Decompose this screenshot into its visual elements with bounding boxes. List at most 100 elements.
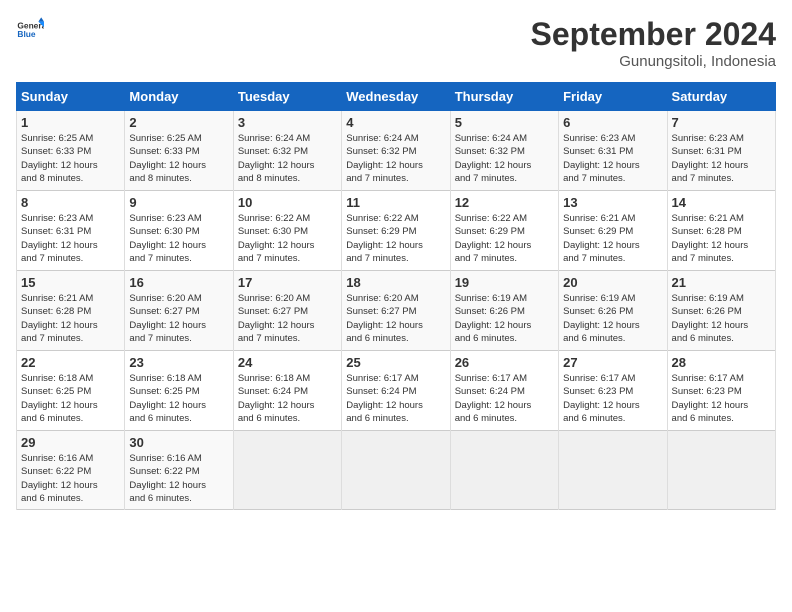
- day-number: 29: [21, 435, 120, 450]
- day-info: Sunrise: 6:17 AM Sunset: 6:23 PM Dayligh…: [672, 372, 771, 425]
- day-info: Sunrise: 6:21 AM Sunset: 6:28 PM Dayligh…: [21, 292, 120, 345]
- table-row: 6 Sunrise: 6:23 AM Sunset: 6:31 PM Daylig…: [559, 111, 667, 191]
- title-area: September 2024 Gunungsitoli, Indonesia: [531, 16, 776, 70]
- table-row: 11 Sunrise: 6:22 AM Sunset: 6:29 PM Dayli…: [342, 191, 450, 271]
- day-number: 19: [455, 275, 554, 290]
- day-number: 23: [129, 355, 228, 370]
- header-wednesday: Wednesday: [342, 83, 450, 111]
- table-row: [233, 431, 341, 510]
- logo: General Blue: [16, 16, 44, 44]
- day-info: Sunrise: 6:22 AM Sunset: 6:30 PM Dayligh…: [238, 212, 337, 265]
- day-info: Sunrise: 6:18 AM Sunset: 6:25 PM Dayligh…: [21, 372, 120, 425]
- table-row: 16 Sunrise: 6:20 AM Sunset: 6:27 PM Dayli…: [125, 271, 233, 351]
- day-info: Sunrise: 6:20 AM Sunset: 6:27 PM Dayligh…: [129, 292, 228, 345]
- table-row: 8 Sunrise: 6:23 AM Sunset: 6:31 PM Daylig…: [17, 191, 125, 271]
- day-info: Sunrise: 6:23 AM Sunset: 6:31 PM Dayligh…: [563, 132, 662, 185]
- table-row: 17 Sunrise: 6:20 AM Sunset: 6:27 PM Dayli…: [233, 271, 341, 351]
- day-number: 5: [455, 115, 554, 130]
- day-number: 21: [672, 275, 771, 290]
- day-info: Sunrise: 6:22 AM Sunset: 6:29 PM Dayligh…: [346, 212, 445, 265]
- table-row: 4 Sunrise: 6:24 AM Sunset: 6:32 PM Daylig…: [342, 111, 450, 191]
- day-info: Sunrise: 6:21 AM Sunset: 6:28 PM Dayligh…: [672, 212, 771, 265]
- day-number: 28: [672, 355, 771, 370]
- day-info: Sunrise: 6:16 AM Sunset: 6:22 PM Dayligh…: [129, 452, 228, 505]
- day-number: 6: [563, 115, 662, 130]
- calendar-table: Sunday Monday Tuesday Wednesday Thursday…: [16, 82, 776, 510]
- day-number: 25: [346, 355, 445, 370]
- table-row: 29Sunrise: 6:16 AM Sunset: 6:22 PM Dayli…: [17, 431, 125, 510]
- day-number: 24: [238, 355, 337, 370]
- table-row: 26 Sunrise: 6:17 AM Sunset: 6:24 PM Dayli…: [450, 351, 558, 431]
- table-row: [559, 431, 667, 510]
- day-info: Sunrise: 6:23 AM Sunset: 6:31 PM Dayligh…: [672, 132, 771, 185]
- table-row: 30 Sunrise: 6:16 AM Sunset: 6:22 PM Dayli…: [125, 431, 233, 510]
- day-number: 27: [563, 355, 662, 370]
- table-row: 1 Sunrise: 6:25 AM Sunset: 6:33 PM Daylig…: [17, 111, 125, 191]
- day-number: 22: [21, 355, 120, 370]
- table-row: 15 Sunrise: 6:21 AM Sunset: 6:28 PM Dayli…: [17, 271, 125, 351]
- day-info: Sunrise: 6:24 AM Sunset: 6:32 PM Dayligh…: [346, 132, 445, 185]
- table-row: [667, 431, 775, 510]
- table-row: 22 Sunrise: 6:18 AM Sunset: 6:25 PM Dayli…: [17, 351, 125, 431]
- day-number: 16: [129, 275, 228, 290]
- table-row: 24 Sunrise: 6:18 AM Sunset: 6:24 PM Dayli…: [233, 351, 341, 431]
- header-monday: Monday: [125, 83, 233, 111]
- day-number: 4: [346, 115, 445, 130]
- day-number: 26: [455, 355, 554, 370]
- day-number: 7: [672, 115, 771, 130]
- svg-text:Blue: Blue: [17, 29, 35, 39]
- day-info: Sunrise: 6:18 AM Sunset: 6:25 PM Dayligh…: [129, 372, 228, 425]
- table-row: 2 Sunrise: 6:25 AM Sunset: 6:33 PM Daylig…: [125, 111, 233, 191]
- table-row: 13 Sunrise: 6:21 AM Sunset: 6:29 PM Dayli…: [559, 191, 667, 271]
- day-info: Sunrise: 6:18 AM Sunset: 6:24 PM Dayligh…: [238, 372, 337, 425]
- table-row: 19 Sunrise: 6:19 AM Sunset: 6:26 PM Dayli…: [450, 271, 558, 351]
- header-tuesday: Tuesday: [233, 83, 341, 111]
- day-info: Sunrise: 6:17 AM Sunset: 6:24 PM Dayligh…: [346, 372, 445, 425]
- day-info: Sunrise: 6:17 AM Sunset: 6:24 PM Dayligh…: [455, 372, 554, 425]
- day-number: 1: [21, 115, 120, 130]
- header-sunday: Sunday: [17, 83, 125, 111]
- day-number: 2: [129, 115, 228, 130]
- table-row: 7 Sunrise: 6:23 AM Sunset: 6:31 PM Daylig…: [667, 111, 775, 191]
- month-year-title: September 2024: [531, 16, 776, 53]
- table-row: 5Sunrise: 6:24 AM Sunset: 6:32 PM Daylig…: [450, 111, 558, 191]
- table-row: [450, 431, 558, 510]
- day-info: Sunrise: 6:23 AM Sunset: 6:31 PM Dayligh…: [21, 212, 120, 265]
- day-number: 30: [129, 435, 228, 450]
- day-info: Sunrise: 6:22 AM Sunset: 6:29 PM Dayligh…: [455, 212, 554, 265]
- table-row: 10 Sunrise: 6:22 AM Sunset: 6:30 PM Dayli…: [233, 191, 341, 271]
- day-number: 13: [563, 195, 662, 210]
- day-info: Sunrise: 6:21 AM Sunset: 6:29 PM Dayligh…: [563, 212, 662, 265]
- day-number: 14: [672, 195, 771, 210]
- table-row: 18Sunrise: 6:20 AM Sunset: 6:27 PM Dayli…: [342, 271, 450, 351]
- day-info: Sunrise: 6:19 AM Sunset: 6:26 PM Dayligh…: [563, 292, 662, 345]
- day-info: Sunrise: 6:20 AM Sunset: 6:27 PM Dayligh…: [238, 292, 337, 345]
- location-subtitle: Gunungsitoli, Indonesia: [531, 53, 776, 70]
- table-row: 25 Sunrise: 6:17 AM Sunset: 6:24 PM Dayli…: [342, 351, 450, 431]
- day-info: Sunrise: 6:23 AM Sunset: 6:30 PM Dayligh…: [129, 212, 228, 265]
- day-number: 8: [21, 195, 120, 210]
- page-header: General Blue September 2024 Gunungsitoli…: [16, 16, 776, 70]
- table-row: 3Sunrise: 6:24 AM Sunset: 6:32 PM Daylig…: [233, 111, 341, 191]
- day-number: 12: [455, 195, 554, 210]
- day-number: 3: [238, 115, 337, 130]
- day-info: Sunrise: 6:20 AM Sunset: 6:27 PM Dayligh…: [346, 292, 445, 345]
- calendar-header-row: Sunday Monday Tuesday Wednesday Thursday…: [17, 83, 776, 111]
- table-row: 27Sunrise: 6:17 AM Sunset: 6:23 PM Dayli…: [559, 351, 667, 431]
- table-row: 28 Sunrise: 6:17 AM Sunset: 6:23 PM Dayli…: [667, 351, 775, 431]
- day-info: Sunrise: 6:25 AM Sunset: 6:33 PM Dayligh…: [129, 132, 228, 185]
- table-row: 14 Sunrise: 6:21 AM Sunset: 6:28 PM Dayli…: [667, 191, 775, 271]
- day-number: 15: [21, 275, 120, 290]
- table-row: [342, 431, 450, 510]
- header-thursday: Thursday: [450, 83, 558, 111]
- day-info: Sunrise: 6:19 AM Sunset: 6:26 PM Dayligh…: [455, 292, 554, 345]
- day-info: Sunrise: 6:25 AM Sunset: 6:33 PM Dayligh…: [21, 132, 120, 185]
- table-row: 9Sunrise: 6:23 AM Sunset: 6:30 PM Daylig…: [125, 191, 233, 271]
- day-number: 11: [346, 195, 445, 210]
- table-row: 12 Sunrise: 6:22 AM Sunset: 6:29 PM Dayli…: [450, 191, 558, 271]
- day-number: 10: [238, 195, 337, 210]
- day-number: 17: [238, 275, 337, 290]
- logo-icon: General Blue: [16, 16, 44, 44]
- table-row: 20Sunrise: 6:19 AM Sunset: 6:26 PM Dayli…: [559, 271, 667, 351]
- table-row: 21Sunrise: 6:19 AM Sunset: 6:26 PM Dayli…: [667, 271, 775, 351]
